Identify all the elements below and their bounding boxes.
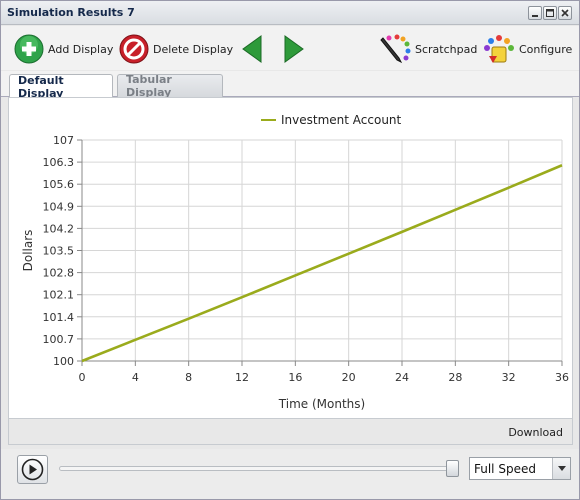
y-tick-label: 102.1	[43, 289, 75, 302]
y-tick-label: 100	[53, 355, 74, 368]
close-button[interactable]	[558, 6, 572, 20]
chevron-down-icon[interactable]	[552, 458, 570, 479]
paint-palette-icon	[484, 35, 514, 63]
x-tick-label: 0	[79, 371, 86, 384]
y-axis-label: Dollars	[21, 230, 35, 272]
x-tick-label: 20	[342, 371, 356, 384]
x-tick-label: 4	[132, 371, 139, 384]
line-chart: 100 100.7 101.4 102.1 102.8 103.5 104.2 104.9 10…	[21, 113, 569, 411]
tab-tabular-display[interactable]: Tabular Display	[117, 73, 223, 99]
x-tick-label: 16	[288, 371, 302, 384]
next-button[interactable]	[283, 34, 305, 64]
arrow-left-icon	[242, 35, 262, 63]
close-icon	[561, 9, 569, 17]
speed-slider-track[interactable]	[59, 466, 459, 471]
x-tick-label: 32	[502, 371, 516, 384]
add-display-label: Add Display	[48, 42, 114, 56]
y-tick-label: 102.8	[43, 267, 75, 280]
y-tick-label: 106.3	[43, 156, 75, 169]
minimize-icon	[532, 15, 538, 17]
maximize-icon	[546, 9, 554, 17]
speed-select-value: Full Speed	[474, 462, 536, 476]
y-tick-label: 107	[53, 134, 74, 147]
play-button[interactable]	[17, 455, 48, 484]
scratchpad-button[interactable]: Scratchpad	[379, 34, 477, 64]
pencil-icon	[380, 34, 411, 64]
delete-icon	[119, 34, 149, 64]
y-tick-label: 100.7	[43, 333, 75, 346]
previous-button[interactable]	[241, 34, 263, 64]
playback-controls: Full Speed	[1, 449, 579, 499]
y-tick-label: 101.4	[43, 311, 75, 324]
add-icon	[14, 34, 44, 64]
play-icon	[21, 458, 44, 481]
x-axis-label: Time (Months)	[278, 397, 365, 411]
x-tick-label: 36	[555, 371, 569, 384]
title-bar: Simulation Results 7	[1, 1, 579, 25]
tab-default-display[interactable]: Default Display	[9, 74, 113, 100]
y-tick-label: 104.9	[43, 200, 75, 213]
arrow-right-icon	[284, 35, 304, 63]
x-tick-label: 24	[395, 371, 409, 384]
legend-label: Investment Account	[281, 113, 402, 127]
y-tick-label: 103.5	[43, 245, 75, 258]
delete-display-label: Delete Display	[153, 42, 234, 56]
y-tick-label: 104.2	[43, 222, 75, 235]
series-line	[81, 164, 563, 363]
toolbar: Add Display Delete Display Scratchpad Co…	[1, 26, 579, 70]
simulation-window: Simulation Results 7 Add Display Delete …	[0, 0, 580, 500]
configure-button[interactable]: Configure	[483, 34, 572, 64]
add-display-button[interactable]: Add Display	[14, 34, 113, 64]
delete-display-button[interactable]: Delete Display	[119, 34, 233, 64]
window-title: Simulation Results 7	[7, 6, 135, 19]
y-tick-label: 105.6	[43, 178, 75, 191]
download-link[interactable]: Download	[508, 426, 563, 439]
chart-panel: 100 100.7 101.4 102.1 102.8 103.5 104.2 104.9 10…	[8, 97, 573, 419]
speed-slider-handle[interactable]	[446, 460, 459, 477]
minimize-button[interactable]	[528, 6, 542, 20]
scratchpad-label: Scratchpad	[415, 42, 478, 56]
maximize-button[interactable]	[543, 6, 557, 20]
configure-label: Configure	[519, 42, 573, 56]
x-tick-label: 28	[448, 371, 462, 384]
download-bar: Download	[8, 419, 573, 445]
speed-select[interactable]: Full Speed	[469, 457, 571, 480]
x-tick-label: 12	[235, 371, 249, 384]
tab-bar: Default Display Tabular Display	[1, 71, 579, 100]
x-tick-label: 8	[185, 371, 192, 384]
